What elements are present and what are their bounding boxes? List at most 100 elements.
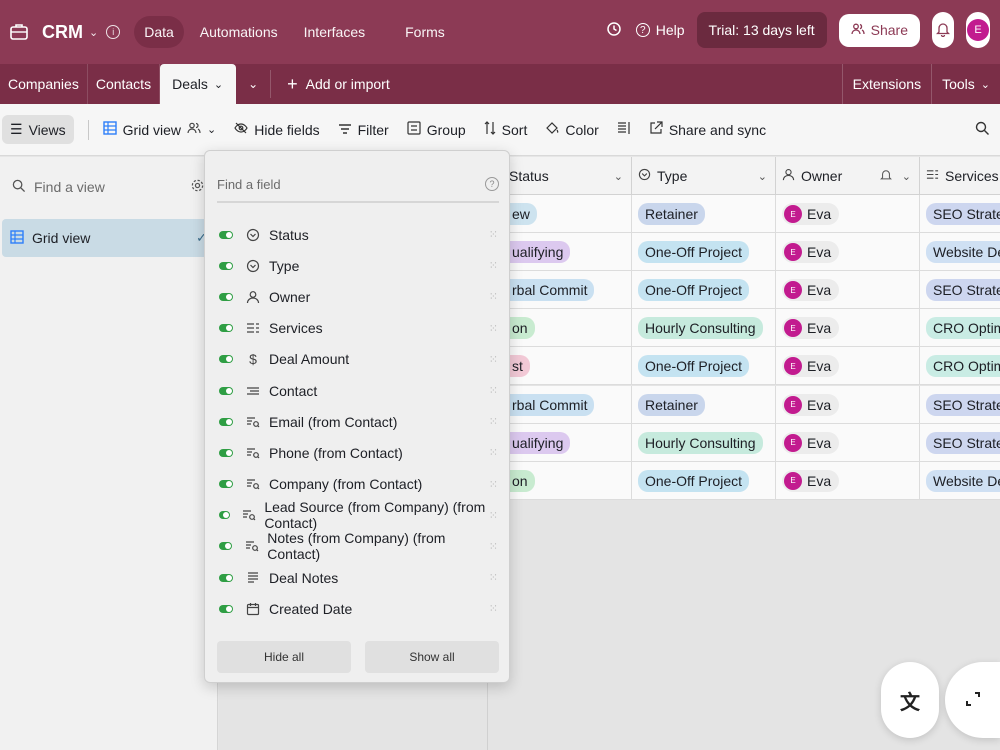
type-cell[interactable]: One-Off Project [632, 461, 776, 500]
tab-automations[interactable]: Automations [190, 16, 288, 48]
trial-button[interactable]: Trial: 13 days left [696, 12, 827, 48]
add-or-import-button[interactable]: + Add or import [270, 70, 406, 98]
grid-view-switcher[interactable]: Grid view ⌄ [102, 121, 216, 138]
extensions-button[interactable]: Extensions [841, 64, 931, 104]
field-row[interactable]: Created Date ⁙ [205, 593, 511, 624]
table-tab-companies[interactable]: Companies [0, 64, 88, 104]
visibility-toggle[interactable] [219, 511, 231, 520]
drag-handle-icon[interactable]: ⁙ [489, 228, 498, 241]
chevron-down-icon[interactable]: ⌄ [614, 170, 623, 183]
account-avatar[interactable]: E [966, 12, 990, 48]
visibility-toggle[interactable] [219, 292, 233, 301]
owner-cell[interactable]: E Eva [776, 461, 920, 500]
sort-button[interactable]: Sort [484, 121, 527, 138]
field-row[interactable]: Contact ⁙ [205, 375, 511, 406]
filter-button[interactable]: Filter [338, 122, 389, 138]
visibility-toggle[interactable] [219, 261, 233, 270]
drag-handle-icon[interactable]: ⁙ [489, 384, 498, 397]
field-row[interactable]: Services ⁙ [205, 313, 511, 344]
field-row[interactable]: $ Deal Amount ⁙ [205, 344, 511, 375]
services-cell[interactable]: SEO Strategy [920, 271, 1000, 309]
drag-handle-icon[interactable]: ⁙ [489, 322, 498, 335]
field-row[interactable]: Notes (from Company) (from Contact) ⁙ [205, 530, 511, 562]
drag-handle-icon[interactable]: ⁙ [489, 290, 498, 303]
services-cell[interactable]: SEO Strategy [920, 386, 1000, 424]
chevron-down-icon[interactable]: ⌄ [758, 170, 767, 183]
base-icon[interactable] [8, 21, 30, 43]
visibility-toggle[interactable] [219, 417, 233, 426]
type-cell[interactable]: One-Off Project [632, 271, 776, 310]
visibility-toggle[interactable] [219, 386, 233, 395]
visibility-toggle[interactable] [219, 355, 233, 364]
translate-button[interactable]: 文 [881, 662, 939, 738]
owner-cell[interactable]: E Eva [776, 423, 920, 462]
drag-handle-icon[interactable]: ⁙ [489, 446, 498, 459]
table-tab-deals[interactable]: Deals ⌄ [160, 64, 237, 104]
history-icon[interactable] [606, 21, 624, 39]
services-cell[interactable]: SEO Strategy [920, 195, 1000, 233]
find-view-input[interactable]: Find a view [0, 157, 217, 217]
field-row[interactable]: Phone (from Contact) ⁙ [205, 437, 511, 468]
gear-icon[interactable] [190, 178, 205, 196]
services-cell[interactable]: CRO Optimiza [920, 347, 1000, 385]
search-icon[interactable] [975, 121, 990, 139]
services-cell[interactable]: SEO Strategy [920, 424, 1000, 462]
services-cell[interactable]: CRO Optimiza [920, 309, 1000, 347]
find-field-input[interactable]: Find a field ? [217, 167, 499, 203]
type-cell[interactable]: Hourly Consulting [632, 309, 776, 348]
color-button[interactable]: Color [545, 121, 599, 138]
field-row[interactable]: Status ⁙ [205, 219, 511, 250]
share-and-sync-button[interactable]: Share and sync [649, 121, 766, 138]
type-cell[interactable]: One-Off Project [632, 233, 776, 272]
share-button[interactable]: Share [838, 13, 920, 47]
chevron-down-icon[interactable]: ⌄ [902, 170, 911, 183]
owner-cell[interactable]: E Eva [776, 195, 920, 233]
visibility-toggle[interactable] [219, 448, 233, 457]
owner-cell[interactable]: E Eva [776, 347, 920, 386]
drag-handle-icon[interactable]: ⁙ [489, 602, 498, 615]
services-cell[interactable]: Website Desig [920, 233, 1000, 271]
drag-handle-icon[interactable]: ⁙ [489, 353, 498, 366]
field-row[interactable]: Type ⁙ [205, 250, 511, 281]
visibility-toggle[interactable] [219, 230, 233, 239]
tab-data[interactable]: Data [134, 16, 184, 48]
tools-button[interactable]: Tools ⌄ [931, 64, 1000, 104]
field-row[interactable]: Email (from Contact) ⁙ [205, 406, 511, 437]
table-tab-contacts[interactable]: Contacts [88, 64, 161, 104]
field-row[interactable]: Owner ⁙ [205, 281, 511, 312]
help-icon[interactable]: ? [485, 177, 499, 191]
chevron-down-icon[interactable]: ⌄ [89, 26, 98, 39]
owner-cell[interactable]: E Eva [776, 233, 920, 272]
visibility-toggle[interactable] [219, 542, 233, 551]
tab-interfaces[interactable]: Interfaces [294, 16, 375, 48]
drag-handle-icon[interactable]: ⁙ [489, 415, 498, 428]
field-row[interactable]: Company (from Contact) ⁙ [205, 469, 511, 500]
type-cell[interactable]: Hourly Consulting [632, 423, 776, 462]
group-button[interactable]: Group [407, 121, 466, 138]
base-name[interactable]: CRM [42, 22, 83, 43]
owner-cell[interactable]: E Eva [776, 385, 920, 424]
drag-handle-icon[interactable]: ⁙ [489, 509, 498, 522]
tab-forms[interactable]: Forms [395, 16, 455, 48]
drag-handle-icon[interactable]: ⁙ [489, 259, 498, 272]
info-icon[interactable]: i [106, 25, 121, 39]
type-cell[interactable]: Retainer [632, 385, 776, 424]
visibility-toggle[interactable] [219, 604, 233, 613]
drag-handle-icon[interactable]: ⁙ [489, 478, 498, 491]
chevron-down-icon[interactable]: ⌄ [214, 78, 223, 91]
owner-cell[interactable]: E Eva [776, 271, 920, 310]
visibility-toggle[interactable] [219, 324, 233, 333]
type-cell[interactable]: Retainer [632, 195, 776, 233]
views-button[interactable]: ☰ Views [2, 115, 74, 144]
sidebar-item-grid-view[interactable]: Grid view ✓ [2, 219, 215, 257]
hide-fields-button[interactable]: Hide fields [234, 121, 320, 138]
owner-cell[interactable]: E Eva [776, 309, 920, 348]
help-button[interactable]: ? Help [635, 22, 685, 38]
bell-icon[interactable] [879, 168, 892, 185]
type-cell[interactable]: One-Off Project [632, 347, 776, 386]
field-row[interactable]: Deal Notes ⁙ [205, 562, 511, 593]
drag-handle-icon[interactable]: ⁙ [489, 540, 498, 553]
column-header-type[interactable]: Type ⌄ [632, 157, 776, 195]
hide-all-button[interactable]: Hide all [217, 641, 351, 673]
visibility-toggle[interactable] [219, 573, 233, 582]
